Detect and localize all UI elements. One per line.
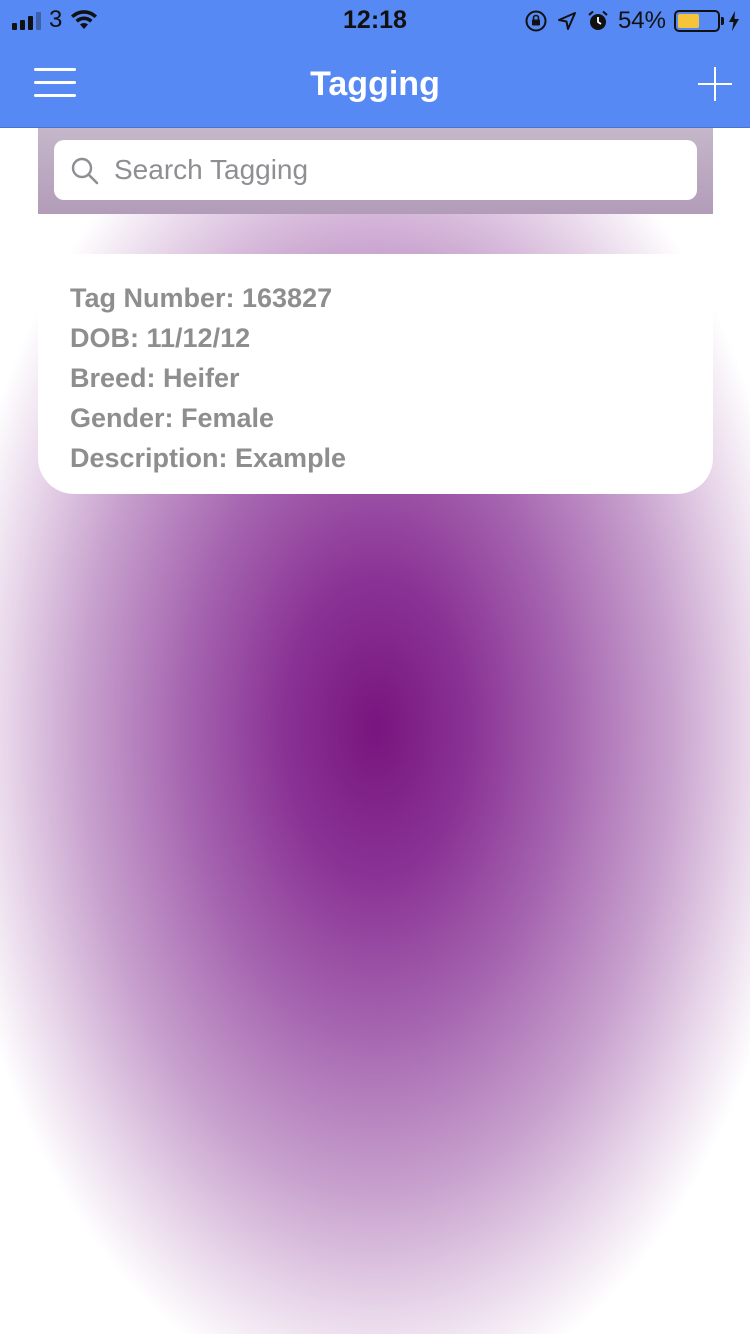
navigation-bar: Tagging [0, 40, 750, 128]
plus-icon[interactable] [698, 67, 732, 101]
alarm-icon [588, 10, 608, 30]
tag-card[interactable]: Tag Number: 163827 DOB: 11/12/12 Breed: … [38, 254, 713, 494]
tag-number: Tag Number: 163827 [70, 283, 333, 313]
status-right: 54% [524, 7, 740, 35]
battery-percent: 54% [617, 7, 666, 34]
tag-description: Description: Example [70, 443, 347, 473]
tag-gender: Gender: Female [70, 403, 275, 433]
top-bar: 3 12:18 54% Tagging [0, 0, 750, 128]
orientation-lock-icon [525, 10, 547, 32]
battery-icon [674, 10, 724, 32]
status-bar: 3 12:18 54% [0, 0, 750, 40]
location-arrow-icon [557, 12, 576, 30]
tag-dob: DOB: 11/12/12 [70, 323, 251, 353]
search-input[interactable] [54, 140, 697, 200]
search-bar [38, 128, 713, 214]
charging-bolt-icon [729, 11, 739, 31]
tag-breed: Breed: Heifer [70, 363, 240, 393]
page-title: Tagging [310, 65, 440, 103]
